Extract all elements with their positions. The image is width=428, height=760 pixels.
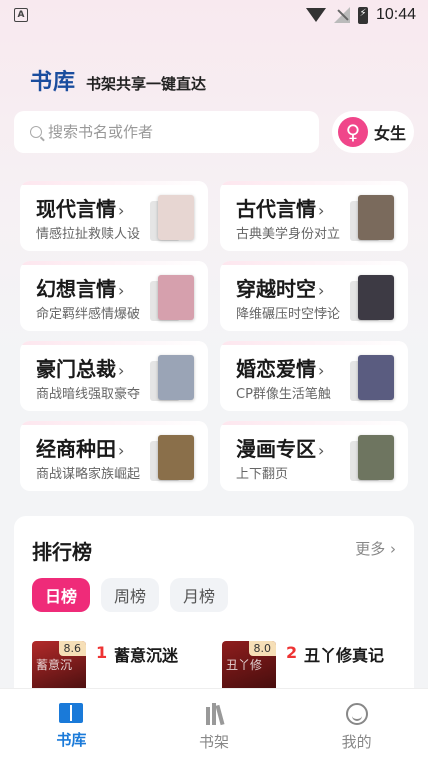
no-signal-icon bbox=[333, 7, 350, 23]
score-badge: 8.0 bbox=[248, 641, 276, 656]
category-title-text: 古代言情 bbox=[236, 197, 316, 221]
book-title: 丑丫修真记 bbox=[304, 646, 385, 665]
rank-number: 2 bbox=[286, 643, 298, 662]
category-title-text: 幻想言情 bbox=[36, 277, 116, 301]
tab-daily[interactable]: 日榜 bbox=[32, 578, 90, 612]
category-cover-image bbox=[358, 275, 394, 320]
chevron-right-icon: › bbox=[390, 540, 396, 558]
category-title-text: 婚恋爱情 bbox=[236, 357, 316, 381]
category-card[interactable]: 豪门总裁 › 商战暗线强取豪夺 bbox=[20, 341, 208, 411]
category-description: 命定羁绊感情爆破 bbox=[36, 307, 141, 322]
category-description: 古典美学身份对立 bbox=[236, 227, 341, 242]
bookshelf-icon bbox=[206, 703, 225, 726]
chevron-right-icon: › bbox=[318, 201, 325, 220]
category-title-text: 豪门总裁 bbox=[36, 357, 116, 381]
chevron-right-icon: › bbox=[318, 441, 325, 460]
category-description: 降维碾压时空悖论 bbox=[236, 307, 341, 322]
category-title: 现代言情 › bbox=[36, 193, 124, 222]
page-subtitle: 书架共享一键直达 bbox=[86, 75, 207, 93]
category-title: 豪门总裁 › bbox=[36, 353, 124, 382]
ranking-title: 排行榜 bbox=[32, 540, 92, 564]
search-icon bbox=[30, 126, 42, 138]
tab-weekly[interactable]: 周榜 bbox=[101, 578, 159, 612]
book-title: 蓄意沉迷 bbox=[114, 646, 179, 665]
gender-toggle-button[interactable]: ♀ 女生 bbox=[332, 111, 414, 153]
category-card[interactable]: 穿越时空 › 降维碾压时空悖论 bbox=[220, 261, 408, 331]
tab-monthly[interactable]: 月榜 bbox=[170, 578, 228, 612]
category-cover-image bbox=[158, 355, 194, 400]
chevron-right-icon: › bbox=[318, 361, 325, 380]
category-card[interactable]: 婚恋爱情 › CP群像生活笔触 bbox=[220, 341, 408, 411]
category-title-text: 现代言情 bbox=[36, 197, 116, 221]
category-cover-image bbox=[358, 355, 394, 400]
gender-label: 女生 bbox=[374, 124, 407, 143]
category-cover-image bbox=[358, 195, 394, 240]
chevron-right-icon: › bbox=[118, 361, 125, 380]
category-title-text: 经商种田 bbox=[36, 437, 116, 461]
category-card[interactable]: 现代言情 › 情感拉扯救赎人设 bbox=[20, 181, 208, 251]
page-title: 书库 bbox=[30, 70, 77, 95]
category-title: 婚恋爱情 › bbox=[236, 353, 324, 382]
nav-label: 我的 bbox=[341, 733, 372, 751]
app-notification-icon: A bbox=[14, 8, 28, 22]
ranking-panel: 排行榜 更多 › 日榜 周榜 月榜 蓄意沉 8.6 1 蓄意沉迷 丑丫修 8.0… bbox=[14, 516, 414, 716]
page-header: 书库 书架共享一键直达 bbox=[30, 64, 206, 96]
category-cover-image bbox=[158, 275, 194, 320]
category-title: 古代言情 › bbox=[236, 193, 324, 222]
chevron-right-icon: › bbox=[118, 281, 125, 300]
cover-title-text: 丑丫修 bbox=[226, 658, 263, 672]
female-icon: ♀ bbox=[338, 117, 368, 147]
search-bar[interactable] bbox=[14, 111, 319, 153]
bottom-navigation: 书库 书架 我的 bbox=[0, 688, 428, 760]
chevron-right-icon: › bbox=[118, 441, 125, 460]
smile-icon bbox=[345, 703, 368, 725]
ranking-more-label: 更多 bbox=[355, 540, 386, 558]
chevron-right-icon: › bbox=[118, 201, 125, 220]
category-card[interactable]: 古代言情 › 古典美学身份对立 bbox=[220, 181, 408, 251]
nav-profile[interactable]: 我的 bbox=[285, 689, 428, 760]
category-description: 商战谋略家族崛起 bbox=[36, 467, 141, 482]
battery-charging-icon bbox=[357, 6, 368, 24]
category-cover-image bbox=[358, 435, 394, 480]
category-cover-image bbox=[158, 435, 194, 480]
status-bar: A 10:44 bbox=[0, 0, 428, 30]
chevron-right-icon: › bbox=[318, 281, 325, 300]
cover-title-text: 蓄意沉 bbox=[36, 658, 73, 672]
category-title: 漫画专区 › bbox=[236, 433, 324, 462]
nav-library[interactable]: 书库 bbox=[0, 689, 143, 760]
ranking-more-link[interactable]: 更多 › bbox=[355, 538, 396, 559]
category-description: CP群像生活笔触 bbox=[236, 387, 331, 402]
category-title: 经商种田 › bbox=[36, 433, 124, 462]
category-title: 穿越时空 › bbox=[236, 273, 324, 302]
category-card[interactable]: 经商种田 › 商战谋略家族崛起 bbox=[20, 421, 208, 491]
category-description: 上下翻页 bbox=[236, 467, 289, 482]
nav-label: 书架 bbox=[199, 733, 230, 751]
category-title-text: 漫画专区 bbox=[236, 437, 316, 461]
status-time: 10:44 bbox=[375, 6, 416, 23]
category-card[interactable]: 漫画专区 › 上下翻页 bbox=[220, 421, 408, 491]
search-input[interactable] bbox=[48, 123, 308, 141]
book-icon bbox=[59, 703, 84, 723]
category-title: 幻想言情 › bbox=[36, 273, 124, 302]
nav-bookshelf[interactable]: 书架 bbox=[143, 689, 286, 760]
category-card[interactable]: 幻想言情 › 命定羁绊感情爆破 bbox=[20, 261, 208, 331]
score-badge: 8.6 bbox=[58, 641, 86, 656]
category-description: 情感拉扯救赎人设 bbox=[36, 227, 141, 242]
category-title-text: 穿越时空 bbox=[236, 277, 316, 301]
category-cover-image bbox=[158, 195, 194, 240]
category-description: 商战暗线强取豪夺 bbox=[36, 387, 141, 402]
nav-label: 书库 bbox=[56, 731, 87, 749]
wifi-icon bbox=[305, 8, 326, 22]
rank-number: 1 bbox=[96, 643, 108, 662]
